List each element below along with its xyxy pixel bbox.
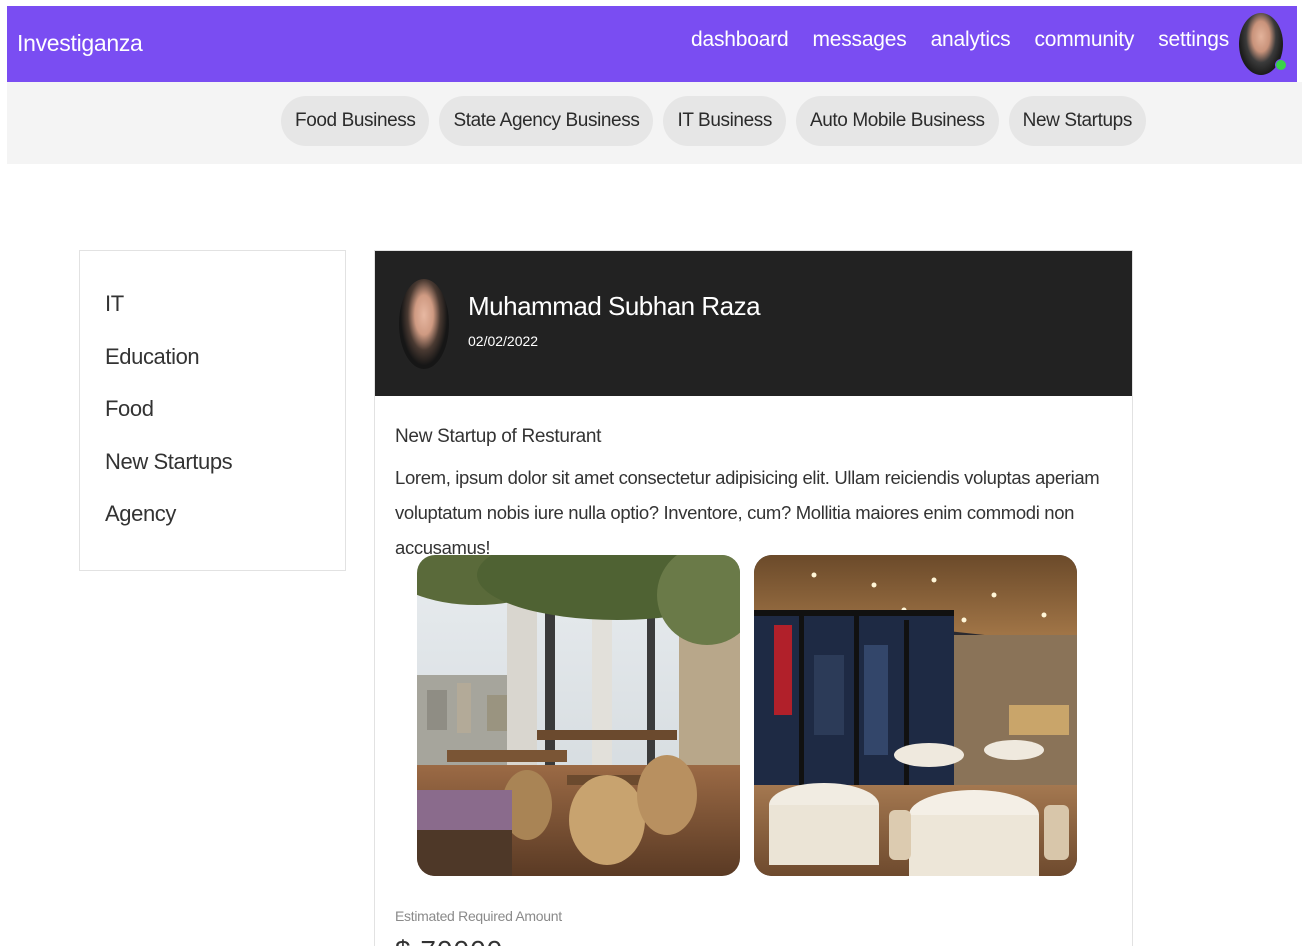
post-title: New Startup of Resturant: [395, 426, 602, 447]
post-date: 02/02/2022: [468, 333, 539, 349]
sidebar-item-education[interactable]: Education: [80, 344, 345, 397]
top-navbar: Investiganza dashboard messages analytic…: [7, 6, 1297, 82]
sidebar-item-it[interactable]: IT: [80, 291, 345, 344]
chip-state-agency-business[interactable]: State Agency Business: [439, 96, 654, 146]
online-status-icon: [1275, 59, 1287, 71]
page: Investiganza dashboard messages analytic…: [0, 0, 1304, 946]
post-body: New Startup of Resturant Lorem, ipsum do…: [375, 396, 1132, 565]
amount-value: $ 70000: [395, 935, 503, 946]
nav-link-settings[interactable]: settings: [1158, 28, 1229, 52]
nav-links: dashboard messages analytics community s…: [691, 28, 1229, 52]
nav-link-dashboard[interactable]: dashboard: [691, 28, 789, 52]
amount-label: Estimated Required Amount: [395, 908, 562, 924]
nav-link-analytics[interactable]: analytics: [931, 28, 1011, 52]
sidebar-item-food[interactable]: Food: [80, 396, 345, 449]
post-card: Muhammad Subhan Raza 02/02/2022 New Star…: [374, 250, 1133, 946]
sidebar-item-agency[interactable]: Agency: [80, 501, 345, 554]
author-avatar[interactable]: [399, 279, 449, 369]
restaurant-photo-1[interactable]: [417, 555, 740, 876]
nav-link-community[interactable]: community: [1034, 28, 1134, 52]
category-chips: Food Business State Agency Business IT B…: [281, 96, 1146, 146]
nav-link-messages[interactable]: messages: [812, 28, 906, 52]
post-header: Muhammad Subhan Raza 02/02/2022: [375, 251, 1132, 396]
chip-new-startups[interactable]: New Startups: [1008, 96, 1146, 146]
sidebar: IT Education Food New Startups Agency: [79, 250, 346, 571]
chip-auto-mobile-business[interactable]: Auto Mobile Business: [795, 96, 999, 146]
category-bar: Food Business State Agency Business IT B…: [7, 82, 1302, 164]
post-description: Lorem, ipsum dolor sit amet consectetur …: [395, 467, 1100, 558]
post-images: [417, 555, 1077, 876]
brand-logo[interactable]: Investiganza: [17, 30, 143, 57]
author-name[interactable]: Muhammad Subhan Raza: [468, 291, 761, 322]
sidebar-item-new-startups[interactable]: New Startups: [80, 449, 345, 502]
user-avatar[interactable]: [1239, 13, 1287, 75]
chip-food-business[interactable]: Food Business: [281, 96, 430, 146]
restaurant-photo-2[interactable]: [754, 555, 1077, 876]
chip-it-business[interactable]: IT Business: [663, 96, 786, 146]
